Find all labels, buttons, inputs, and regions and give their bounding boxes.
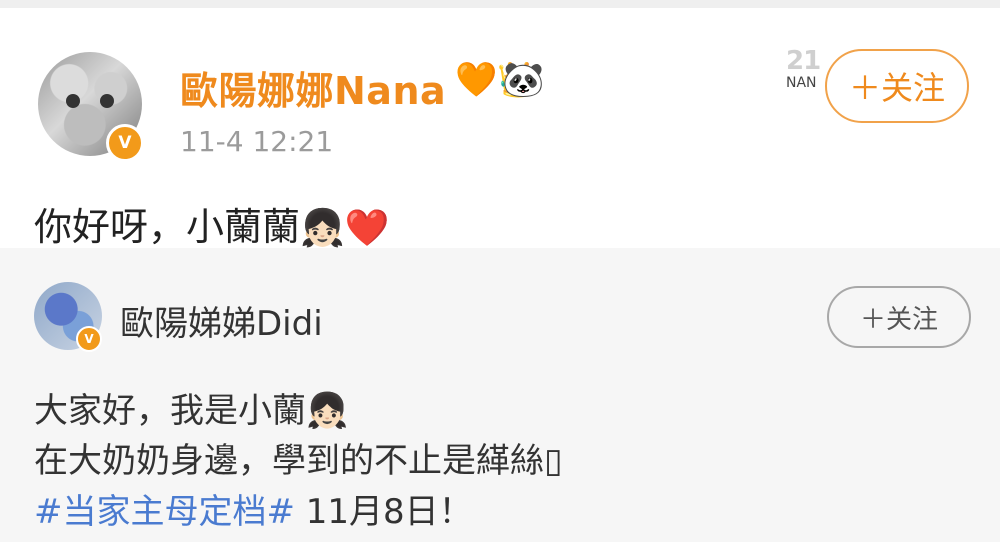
repost-card[interactable]: V 歐陽娣娣Didi ＋关注 大家好，我是小蘭👧🏻 在大奶奶身邊，學到的不止是緙… (0, 248, 1000, 542)
post-content: 你好呀，小蘭蘭👧🏻❤️ (34, 196, 390, 251)
repost-line-1-text: 大家好，我是小蘭 (34, 391, 306, 431)
heart-emoji-icon: ❤️ (344, 208, 390, 249)
repost-author-name[interactable]: 歐陽娣娣Didi (120, 296, 323, 345)
author-name[interactable]: 歐陽娜娜Nana (180, 60, 446, 115)
missing-glyph-icon: ▯ (544, 441, 563, 481)
watermark: 21 NAN (786, 48, 821, 94)
repost-line-2: 在大奶奶身邊，學到的不止是緙絲▯ (34, 433, 563, 482)
top-divider (0, 0, 1000, 8)
panda-icon: 🐼 (502, 60, 545, 100)
post-text: 你好呀，小蘭蘭 (34, 205, 301, 249)
girl-emoji-icon: 👧🏻 (300, 208, 345, 249)
verified-badge-icon: V (76, 326, 102, 352)
avatar-art (66, 94, 114, 108)
follow-button[interactable]: ＋关注 (825, 49, 969, 123)
repost-line-3-text: 11月8日！ (294, 492, 473, 532)
post-timestamp: 11-4 12:21 (180, 125, 334, 158)
repost-follow-button[interactable]: ＋关注 (827, 286, 971, 348)
repost-line-1: 大家好，我是小蘭👧🏻 (34, 383, 348, 432)
girl-emoji-icon: 👧🏻 (306, 391, 349, 431)
watermark-text: NAN (786, 75, 817, 91)
main-post: V 歐陽娜娜Nana 🧡👑 🐼 11-4 12:21 21 NAN ＋关注 你好… (0, 8, 1000, 251)
hashtag-link[interactable]: #当家主母定档# (34, 492, 295, 532)
repost-line-3: #当家主母定档# 11月8日！ (34, 484, 473, 533)
verified-badge-icon: V (106, 124, 144, 162)
repost-line-2-text: 在大奶奶身邊，學到的不止是緙絲 (34, 441, 544, 481)
